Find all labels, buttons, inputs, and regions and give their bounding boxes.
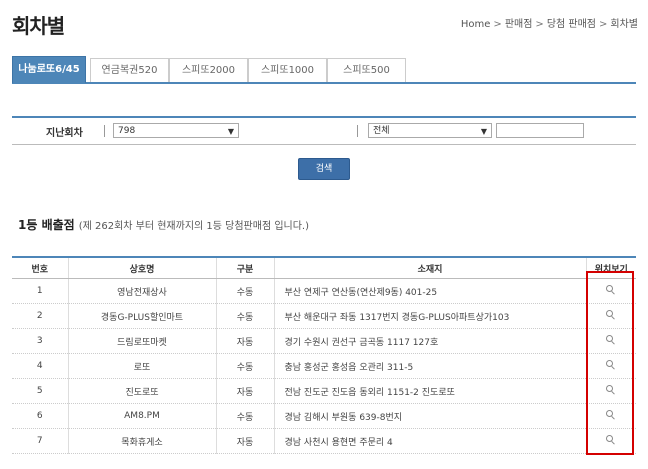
breadcrumb-separator: > [535, 19, 544, 30]
row-address: 충남 홍성군 홍성읍 오관리 311-5 [273, 353, 586, 379]
table-row: 5 진도로또 자동 전남 진도군 진도읍 동외리 1151-2 진도로또 [12, 378, 636, 404]
row-address: 전남 진도군 진도읍 동외리 1151-2 진도로또 [273, 378, 586, 404]
row-no: 6 [12, 403, 68, 429]
page-title: 회차별 [12, 14, 65, 38]
table-row: 7 목화휴게소 자동 경남 사천시 용현면 주문리 4 [12, 428, 636, 454]
row-address: 부산 해운대구 좌동 1317번지 경동G-PLUS아파트상가103 [273, 303, 586, 329]
magnifier-icon[interactable] [606, 384, 616, 395]
row-name: 경동G-PLUS할인마트 [67, 303, 216, 329]
table-row: 1 영남전재상사 수동 부산 연제구 연산동(연산제9동) 401-25 [12, 278, 636, 304]
table-row: 4 로또 수동 충남 홍성군 홍성읍 오관리 311-5 [12, 353, 636, 379]
row-address: 부산 연제구 연산동(연산제9동) 401-25 [273, 278, 586, 304]
magnifier-icon[interactable] [606, 409, 616, 420]
row-type: 수동 [215, 278, 274, 304]
region-detail-input[interactable] [496, 123, 584, 138]
round-filter-label: 지난회차 [46, 128, 83, 139]
row-name: 진도로또 [67, 378, 216, 404]
tab-speetto500[interactable]: 스피또500 [327, 58, 406, 82]
row-name: 목화휴게소 [67, 428, 216, 454]
row-location [585, 353, 636, 379]
row-no: 4 [12, 353, 68, 379]
winning-stores-table: 번호 상호명 구분 소재지 위치보기 1 영남전재상사 수동 부산 연제구 연산… [12, 256, 636, 454]
tab-speetto2000[interactable]: 스피또2000 [169, 58, 248, 82]
dropdown-arrow-icon: ▼ [227, 127, 234, 136]
row-name: 드림로또마켓 [67, 328, 216, 354]
section-title: 1등 배출점 [18, 218, 75, 232]
table-row: 6 AM8.PM 수동 경남 김해시 부원동 639-8번지 [12, 403, 636, 429]
breadcrumb-separator: > [599, 19, 608, 30]
search-button[interactable]: 검색 [298, 158, 350, 180]
row-address: 경남 김해시 부원동 639-8번지 [273, 403, 586, 429]
row-address: 경남 사천시 용현면 주문리 4 [273, 428, 586, 454]
section-note: (제 262회차 부터 현재까지의 1등 당첨판매점 입니다.) [78, 221, 310, 232]
breadcrumb-winning-store[interactable]: 당첨 판매점 [547, 15, 596, 30]
row-no: 3 [12, 328, 68, 354]
row-no: 7 [12, 428, 68, 454]
divider [104, 125, 105, 137]
round-select[interactable]: 798 ▼ [113, 123, 239, 138]
row-location [585, 428, 636, 454]
breadcrumb-home[interactable]: Home [461, 19, 491, 30]
row-no: 5 [12, 378, 68, 404]
round-filter: 지난회차 798 ▼ 전체 ▼ [12, 116, 636, 145]
magnifier-icon[interactable] [606, 334, 616, 345]
header-address: 소재지 [273, 257, 586, 279]
row-location [585, 278, 636, 304]
row-no: 2 [12, 303, 68, 329]
dropdown-arrow-icon: ▼ [480, 127, 487, 136]
breadcrumb: Home > 판매점 > 당첨 판매점 > 회차별 [461, 15, 638, 30]
breadcrumb-store[interactable]: 판매점 [505, 15, 533, 30]
header-location: 위치보기 [585, 257, 636, 279]
page: 회차별 Home > 판매점 > 당첨 판매점 > 회차별 나눔로또6/45 연금복권520… [0, 0, 648, 469]
row-name: AM8.PM [67, 403, 216, 429]
row-name: 로또 [67, 353, 216, 379]
magnifier-icon[interactable] [606, 434, 616, 445]
divider [357, 125, 358, 137]
row-type: 수동 [215, 303, 274, 329]
row-location [585, 403, 636, 429]
header-type: 구분 [215, 257, 274, 279]
table-row: 3 드림로또마켓 자동 경기 수원시 권선구 금곡동 1117 127호 [12, 328, 636, 354]
magnifier-icon[interactable] [606, 359, 616, 370]
header-name: 상호명 [67, 257, 216, 279]
row-location [585, 328, 636, 354]
first-prize-section-heading: 1등 배출점 (제 262회차 부터 현재까지의 1등 당첨판매점 입니다.) [18, 216, 309, 233]
row-no: 1 [12, 278, 68, 304]
row-type: 자동 [215, 328, 274, 354]
row-location [585, 378, 636, 404]
breadcrumb-current: 회차별 [610, 19, 638, 30]
row-type: 수동 [215, 403, 274, 429]
row-address: 경기 수원시 권선구 금곡동 1117 127호 [273, 328, 586, 354]
row-type: 수동 [215, 353, 274, 379]
tab-pension520[interactable]: 연금복권520 [90, 58, 169, 82]
breadcrumb-separator: > [493, 19, 502, 30]
tab-lotto645[interactable]: 나눔로또6/45 [12, 56, 86, 83]
row-type: 자동 [215, 378, 274, 404]
magnifier-icon[interactable] [606, 309, 616, 320]
region-select-value: 전체 [373, 126, 390, 136]
row-type: 자동 [215, 428, 274, 454]
row-name: 영남전재상사 [67, 278, 216, 304]
row-location [585, 303, 636, 329]
round-select-value: 798 [118, 126, 136, 136]
table-row: 2 경동G-PLUS할인마트 수동 부산 해운대구 좌동 1317번지 경동G-… [12, 303, 636, 329]
magnifier-icon[interactable] [606, 284, 616, 295]
game-tabs: 나눔로또6/45 연금복권520 스피또2000 스피또1000 스피또500 [12, 56, 636, 84]
header-no: 번호 [12, 257, 68, 279]
region-select[interactable]: 전체 ▼ [368, 123, 492, 138]
tab-speetto1000[interactable]: 스피또1000 [248, 58, 327, 82]
table-header-row: 번호 상호명 구분 소재지 위치보기 [12, 257, 636, 279]
